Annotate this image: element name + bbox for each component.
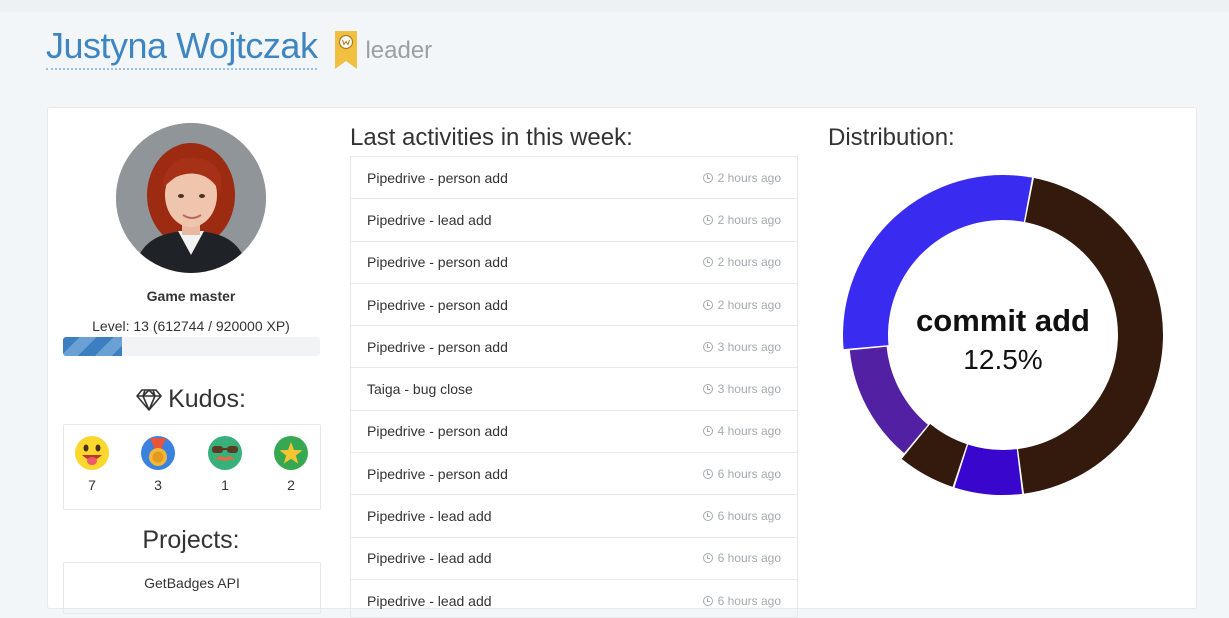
projects-list: GetBadges API (63, 562, 321, 614)
clock-icon (702, 595, 713, 606)
activity-row[interactable]: Pipedrive - lead add 6 hours ago (351, 495, 797, 538)
activity-time: 4 hours ago (702, 424, 781, 439)
activity-time-text: 6 hours ago (717, 466, 781, 481)
user-role: leader (365, 37, 433, 64)
clock-icon (702, 341, 713, 352)
activity-text: Pipedrive - person add (367, 296, 508, 313)
activity-text: Pipedrive - lead add (367, 550, 492, 567)
activity-row[interactable]: Pipedrive - person add 2 hours ago (351, 157, 797, 200)
profile-header: Justyna Wojtczak leader (46, 24, 432, 70)
donut-center-label: commit add (916, 303, 1090, 338)
activity-row[interactable]: Pipedrive - lead add 6 hours ago (351, 580, 797, 617)
activity-time: 2 hours ago (702, 255, 781, 270)
activity-text: Pipedrive - person add (367, 423, 508, 440)
kudo-item[interactable]: 1 (205, 435, 245, 493)
activity-row[interactable]: Pipedrive - person add 6 hours ago (351, 453, 797, 496)
avatar (116, 123, 266, 273)
clock-icon (702, 511, 713, 522)
activities-list: Pipedrive - person add 2 hours ago Pipedri… (350, 156, 798, 618)
xp-progress-fill (63, 337, 123, 356)
activity-time-text: 6 hours ago (717, 509, 781, 524)
user-name-link[interactable]: Justyna Wojtczak (46, 24, 318, 70)
activity-time: 2 hours ago (702, 212, 781, 227)
clock-icon (702, 553, 713, 564)
activity-time-text: 2 hours ago (717, 212, 781, 227)
activity-row[interactable]: Pipedrive - person add 4 hours ago (351, 411, 797, 454)
activity-row[interactable]: Pipedrive - person add 2 hours ago (351, 284, 797, 327)
activity-time: 6 hours ago (702, 593, 781, 608)
activity-time: 3 hours ago (702, 339, 781, 354)
activity-text: Pipedrive - lead add (367, 508, 492, 525)
activity-text: Pipedrive - person add (367, 169, 508, 186)
activity-time: 6 hours ago (702, 509, 781, 524)
activity-time: 2 hours ago (702, 297, 781, 312)
activity-text: Pipedrive - person add (367, 254, 508, 271)
activity-row[interactable]: Pipedrive - lead add 6 hours ago (351, 538, 797, 580)
diamond-icon (136, 388, 162, 411)
clock-icon (702, 384, 713, 395)
project-item[interactable]: GetBadges API (64, 575, 320, 591)
kudo-count: 7 (88, 477, 96, 493)
activity-text: Pipedrive - lead add (367, 592, 492, 609)
activity-time-text: 4 hours ago (717, 424, 781, 439)
kudos-heading: Kudos: (63, 385, 319, 414)
leader-ribbon-icon (335, 31, 358, 69)
distribution-donut-chart: commit add 12.5% (843, 175, 1163, 495)
kudos-box: 7 3 1 2 (63, 424, 321, 510)
activity-time-text: 6 hours ago (717, 593, 781, 608)
activity-text: Pipedrive - person add (367, 338, 508, 355)
clock-icon (702, 468, 713, 479)
kudos-title: Kudos: (168, 385, 246, 413)
activity-text: Pipedrive - person add (367, 465, 508, 482)
donut-center-value: 12.5% (963, 344, 1042, 375)
donut-slice[interactable] (849, 346, 928, 454)
clock-icon (702, 299, 713, 310)
activity-time-text: 2 hours ago (717, 170, 781, 185)
top-bar (0, 0, 1229, 12)
projects-title: Projects: (142, 526, 240, 554)
activity-time-text: 3 hours ago (717, 339, 781, 354)
user-rank: Game master (146, 288, 236, 304)
xp-progress-bar (63, 337, 320, 356)
activity-time-text: 6 hours ago (717, 551, 781, 566)
activity-time: 3 hours ago (702, 382, 781, 397)
donut-slice[interactable] (954, 444, 1023, 495)
activity-time: 6 hours ago (702, 551, 781, 566)
activity-text: Taiga - bug close (367, 381, 473, 398)
activity-time-text: 3 hours ago (717, 382, 781, 397)
clock-icon (702, 172, 713, 183)
activity-row[interactable]: Taiga - bug close 3 hours ago (351, 368, 797, 411)
activity-row[interactable]: Pipedrive - person add 2 hours ago (351, 242, 797, 284)
profile-card: Game master Level: 13 (612744 / 920000 X… (47, 107, 1197, 618)
activity-time: 6 hours ago (702, 466, 781, 481)
mustache-glasses-icon (208, 436, 242, 470)
activity-row[interactable]: Pipedrive - person add 3 hours ago (351, 326, 797, 369)
activity-time-text: 2 hours ago (717, 255, 781, 270)
kudo-count: 2 (287, 477, 295, 493)
star-icon (274, 436, 308, 470)
activities-title: Last activities in this week: (350, 124, 633, 151)
activity-time-text: 2 hours ago (717, 297, 781, 312)
clock-icon (702, 214, 713, 225)
kudo-item[interactable]: 2 (271, 435, 311, 493)
clock-icon (702, 426, 713, 437)
tongue-smiley-icon (75, 436, 109, 470)
activity-text: Pipedrive - lead add (367, 211, 492, 228)
distribution-title: Distribution: (828, 124, 955, 151)
activity-row[interactable]: Pipedrive - lead add 2 hours ago (351, 199, 797, 242)
medal-icon (141, 436, 175, 470)
kudo-item[interactable]: 7 (72, 435, 112, 493)
level-text: Level: 13 (612744 / 920000 XP) (92, 318, 290, 334)
kudo-count: 1 (221, 477, 229, 493)
kudo-count: 3 (154, 477, 162, 493)
kudo-item[interactable]: 3 (138, 435, 178, 493)
clock-icon (702, 257, 713, 268)
activity-time: 2 hours ago (702, 170, 781, 185)
